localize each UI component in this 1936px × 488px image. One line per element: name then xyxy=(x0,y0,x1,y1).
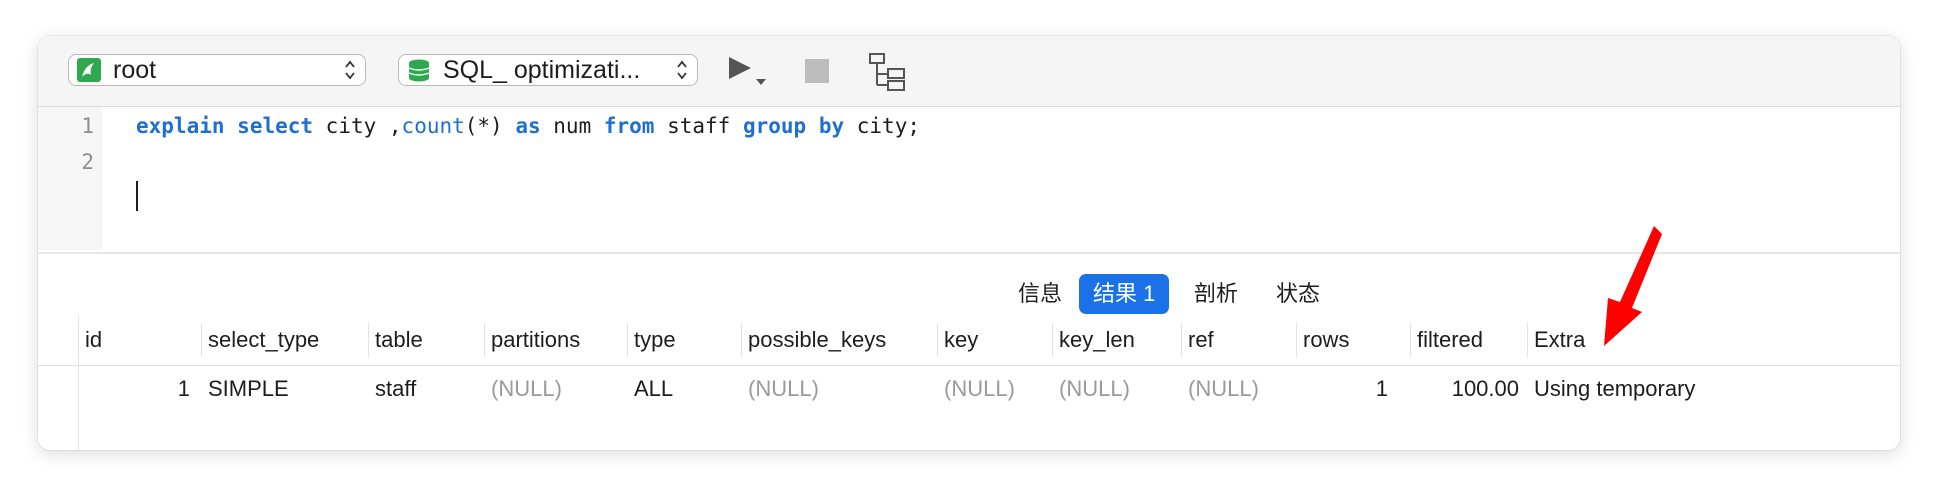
sql-keyword: from xyxy=(603,114,655,138)
cell-key-len[interactable]: (NULL) xyxy=(1052,366,1150,412)
cell-table[interactable]: staff xyxy=(368,366,453,412)
cell-id[interactable]: 1 xyxy=(78,366,198,412)
line-number-gutter: 1 2 xyxy=(38,107,102,250)
column-header-ref[interactable]: ref xyxy=(1181,315,1269,365)
table-row[interactable]: 1 SIMPLE staff (NULL) ALL (NULL) (NULL) … xyxy=(38,366,1900,412)
annotation-arrow-icon xyxy=(1604,226,1662,346)
cell-key[interactable]: (NULL) xyxy=(937,366,1025,412)
code-line-1[interactable]: explain select city ,count(*) as num fro… xyxy=(136,109,920,143)
cell-type[interactable]: ALL xyxy=(627,366,713,412)
code-text: city; xyxy=(844,114,920,138)
sql-keyword: by xyxy=(818,114,845,138)
explain-plan-icon[interactable] xyxy=(868,52,908,92)
cell-partitions[interactable]: (NULL) xyxy=(484,366,594,412)
chevron-updown-icon xyxy=(677,60,687,80)
toolbar: root SQL_ optimizati... xyxy=(38,36,1900,107)
cell-filtered[interactable]: 100.00 xyxy=(1410,366,1527,412)
sql-keyword: select xyxy=(237,114,314,138)
column-header-rows[interactable]: rows xyxy=(1296,315,1381,365)
mysql-dolphin-icon xyxy=(77,58,101,82)
column-header-partitions[interactable]: partitions xyxy=(484,315,594,365)
cell-select-type[interactable]: SIMPLE xyxy=(201,366,333,412)
column-header-select-type[interactable]: select_type xyxy=(201,315,333,365)
tab-result-1[interactable]: 结果 1 xyxy=(1079,274,1170,314)
play-icon[interactable] xyxy=(726,54,774,88)
column-header-id[interactable]: id xyxy=(78,315,198,365)
stop-icon[interactable] xyxy=(804,58,830,84)
cell-rows[interactable]: 1 xyxy=(1296,366,1396,412)
tab-status[interactable]: 状态 xyxy=(1262,274,1334,314)
code-text: (*) xyxy=(464,114,516,138)
connection-select[interactable]: root xyxy=(68,54,366,86)
sql-keyword: group xyxy=(742,114,807,138)
code-text: staff xyxy=(654,114,743,138)
tab-profile[interactable]: 剖析 xyxy=(1180,274,1252,314)
column-header-key-len[interactable]: key_len xyxy=(1052,315,1150,365)
cell-ref[interactable]: (NULL) xyxy=(1181,366,1269,412)
line-number: 2 xyxy=(81,150,94,174)
database-cylinder-icon xyxy=(408,59,430,82)
cell-possible-keys[interactable]: (NULL) xyxy=(741,366,896,412)
text-caret xyxy=(136,181,138,211)
chevron-updown-icon xyxy=(345,60,355,80)
cell-extra[interactable]: Using temporary xyxy=(1527,366,1787,412)
database-label: SQL_ optimizati... xyxy=(443,56,641,84)
column-header-possible-keys[interactable]: possible_keys xyxy=(741,315,896,365)
column-header-type[interactable]: type xyxy=(627,315,713,365)
column-header-table[interactable]: table xyxy=(368,315,453,365)
tab-info[interactable]: 信息 xyxy=(1004,274,1076,314)
database-select[interactable]: SQL_ optimizati... xyxy=(398,54,698,86)
sql-keyword: as xyxy=(515,114,541,138)
code-text: num xyxy=(540,114,604,138)
connection-label: root xyxy=(113,56,157,84)
column-header-filtered[interactable]: filtered xyxy=(1410,315,1503,365)
sql-function: count xyxy=(401,114,465,138)
code-text: city , xyxy=(313,114,402,138)
sql-keyword: explain xyxy=(136,114,225,138)
line-number: 1 xyxy=(81,114,94,138)
column-header-key[interactable]: key xyxy=(937,315,1025,365)
